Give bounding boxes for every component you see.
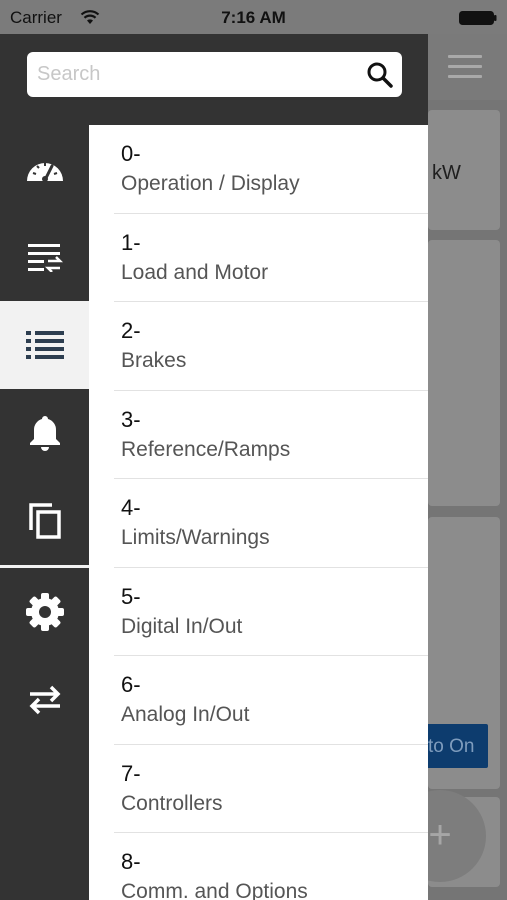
group-number: 8- — [121, 849, 141, 874]
group-label: Load and Motor — [121, 260, 269, 284]
hamburger-menu-icon[interactable] — [448, 55, 482, 79]
list-icon — [25, 331, 64, 359]
group-number: 6- — [121, 672, 141, 697]
parameter-list-icon — [27, 244, 63, 272]
group-number: 1- — [121, 229, 141, 255]
gear-icon — [25, 593, 64, 631]
list-item[interactable]: 1- Load and Motor — [89, 214, 428, 303]
group-label: Digital In/Out — [121, 614, 243, 638]
group-number: 5- — [121, 583, 141, 609]
list-item[interactable]: 4- Limits/Warnings — [89, 479, 428, 568]
rail-item-parameters[interactable] — [0, 213, 89, 301]
parameter-group-list: 0- Operation / Display 1- Load and Motor… — [89, 125, 428, 900]
rail-item-copy[interactable] — [0, 477, 89, 565]
background-card-unit: kW — [432, 162, 461, 184]
background-card — [428, 240, 500, 506]
transfer-icon — [29, 685, 60, 715]
copy-icon — [28, 503, 61, 539]
group-label: Brakes — [121, 349, 187, 372]
group-label: Controllers — [121, 791, 223, 815]
rail-item-settings[interactable] — [0, 568, 89, 656]
speedometer-icon — [26, 163, 63, 182]
rail-item-dashboard[interactable] — [0, 125, 89, 213]
rail-item-transfer[interactable] — [0, 656, 89, 744]
group-number: 3- — [121, 406, 141, 432]
search-box — [27, 52, 402, 97]
group-number: 2- — [121, 318, 141, 343]
list-item[interactable]: 2- Brakes — [89, 302, 428, 391]
group-label: Operation / Display — [121, 172, 300, 195]
status-bar: Carrier 7:16 AM — [0, 0, 507, 34]
list-item[interactable]: 0- Operation / Display — [89, 125, 428, 214]
navigation-drawer: 0- Operation / Display 1- Load and Motor… — [0, 34, 428, 900]
list-item[interactable]: 6- Analog In/Out — [89, 656, 428, 745]
list-item[interactable]: 5- Digital In/Out — [89, 568, 428, 657]
group-label: Analog In/Out — [121, 703, 250, 726]
rail-item-alarms[interactable] — [0, 389, 89, 477]
list-item[interactable]: 3- Reference/Ramps — [89, 391, 428, 480]
search-input[interactable] — [37, 52, 357, 97]
rail-item-parameter-groups[interactable] — [0, 301, 89, 389]
status-time: 7:16 AM — [221, 8, 286, 27]
search-icon[interactable] — [366, 61, 394, 89]
group-label: Reference/Ramps — [121, 437, 291, 461]
group-number: 7- — [121, 760, 141, 786]
background-on-button: to On — [424, 724, 488, 768]
group-label: Comm. and Options — [121, 880, 308, 900]
icon-rail — [0, 125, 89, 744]
list-item[interactable]: 7- Controllers — [89, 745, 428, 834]
group-number: 0- — [121, 141, 141, 166]
group-label: Limits/Warnings — [121, 526, 270, 549]
bell-icon — [29, 416, 60, 451]
battery-icon — [459, 11, 497, 25]
group-number: 4- — [121, 495, 141, 520]
list-item[interactable]: 8- Comm. and Options — [89, 833, 428, 900]
